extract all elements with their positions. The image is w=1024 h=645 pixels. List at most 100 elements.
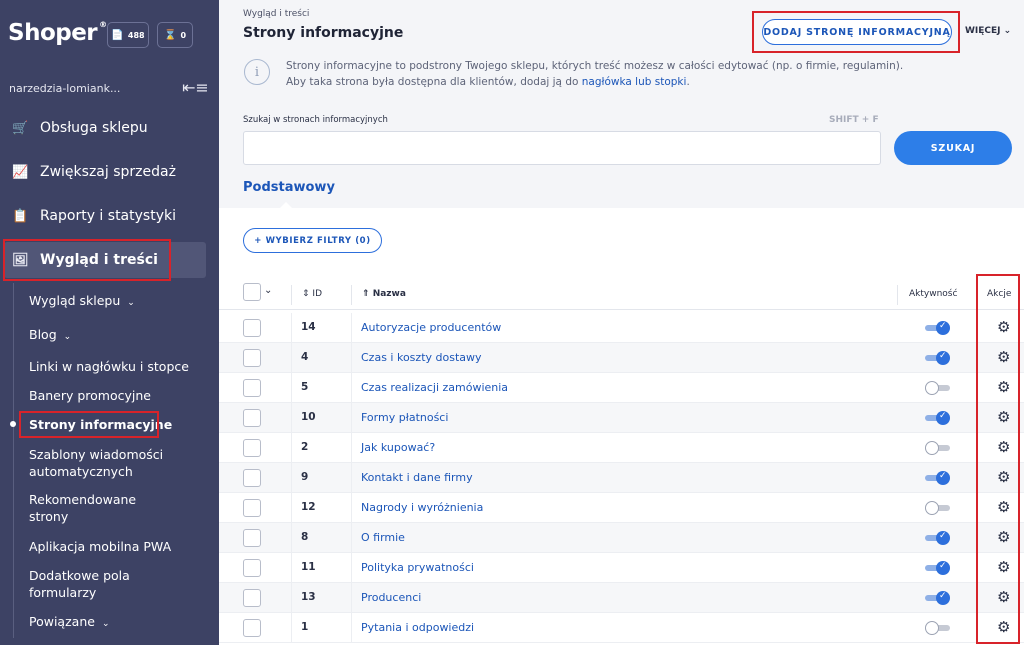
sub-label: Blog	[29, 327, 57, 342]
gear-icon[interactable]: ⚙	[997, 499, 1010, 515]
header-footer-link[interactable]: nagłówka lub stopki	[582, 76, 687, 88]
sub-wyglad-sklepu[interactable]: Wygląd sklepu ⌄	[29, 292, 135, 312]
pending-counter-badge[interactable]: ⌛ 0	[157, 22, 193, 48]
row-name-link[interactable]: Pytania i odpowiedzi	[361, 621, 474, 634]
table-row[interactable]: 10 Formy płatności ✓ ⚙	[219, 403, 1024, 433]
shop-name[interactable]: narzedzia-lomiank...	[9, 82, 120, 95]
gear-icon[interactable]: ⚙	[997, 409, 1010, 425]
sub-powiazane[interactable]: Powiązane ⌄	[29, 613, 109, 633]
active-toggle[interactable]	[925, 500, 950, 516]
sub-pwa[interactable]: Aplikacja mobilna PWA	[29, 538, 171, 555]
row-checkbox[interactable]	[243, 409, 261, 427]
select-all-checkbox[interactable]	[243, 283, 261, 301]
row-checkbox[interactable]	[243, 589, 261, 607]
nav-obsluga-sklepu[interactable]: 🛒 Obsługa sklepu	[0, 110, 219, 146]
row-checkbox[interactable]	[243, 619, 261, 637]
image-icon: 🖼	[12, 252, 29, 268]
active-toggle[interactable]: ✓	[925, 470, 950, 486]
table-row[interactable]: 4 Czas i koszty dostawy ✓ ⚙	[219, 343, 1024, 373]
gear-icon[interactable]: ⚙	[997, 439, 1010, 455]
sub-rekomendowane[interactable]: Rekomendowane strony	[29, 491, 149, 525]
row-name-link[interactable]: Czas realizacji zamówienia	[361, 381, 508, 394]
table-row[interactable]: 12 Nagrody i wyróżnienia ⚙	[219, 493, 1024, 523]
search-button[interactable]: SZUKAJ	[894, 131, 1012, 165]
active-toggle[interactable]	[925, 440, 950, 456]
table-row[interactable]: 2 Jak kupować? ⚙	[219, 433, 1024, 463]
active-toggle[interactable]: ✓	[925, 320, 950, 336]
gear-icon[interactable]: ⚙	[997, 319, 1010, 335]
active-toggle[interactable]: ✓	[925, 530, 950, 546]
table-row[interactable]: 14 Autoryzacje producentów ✓ ⚙	[219, 313, 1024, 343]
gear-icon[interactable]: ⚙	[997, 619, 1010, 635]
gear-icon[interactable]: ⚙	[997, 589, 1010, 605]
row-id: 12	[301, 501, 316, 513]
row-name-link[interactable]: Jak kupować?	[361, 441, 435, 454]
row-id: 10	[301, 411, 316, 423]
row-name-link[interactable]: Autoryzacje producentów	[361, 321, 501, 334]
active-toggle[interactable]	[925, 620, 950, 636]
choose-filters-button[interactable]: + WYBIERZ FILTRY (0)	[243, 228, 382, 253]
select-all-chevron-down-icon[interactable]: ⌄	[264, 285, 272, 296]
nav-raporty-i-statystyki[interactable]: 📋 Raporty i statystyki	[0, 198, 219, 234]
table-row[interactable]: 11 Polityka prywatności ✓ ⚙	[219, 553, 1024, 583]
active-dot	[10, 421, 16, 427]
sub-linki[interactable]: Linki w nagłówku i stopce	[29, 358, 189, 375]
table-row[interactable]: 1 Pytania i odpowiedzi ⚙	[219, 613, 1024, 643]
sub-strony-informacyjne[interactable]: Strony informacyjne	[29, 416, 172, 433]
row-id: 8	[301, 531, 309, 543]
active-toggle[interactable]: ✓	[925, 590, 950, 606]
column-id-header[interactable]: ⇕ ID	[302, 289, 322, 299]
collapse-sidebar-icon[interactable]: ⇤≡	[182, 78, 209, 97]
row-checkbox[interactable]	[243, 319, 261, 337]
gear-icon[interactable]: ⚙	[997, 349, 1010, 365]
row-checkbox[interactable]	[243, 559, 261, 577]
row-checkbox[interactable]	[243, 349, 261, 367]
logo[interactable]: Shoper ®	[8, 20, 107, 46]
row-checkbox[interactable]	[243, 529, 261, 547]
search-input[interactable]	[243, 131, 881, 165]
row-checkbox[interactable]	[243, 379, 261, 397]
nav-zwiekszaj-sprzedaz[interactable]: 📈 Zwiększaj sprzedaż	[0, 154, 219, 190]
sub-pola-formularzy[interactable]: Dodatkowe pola formularzy	[29, 567, 159, 601]
nav-wyglad-i-tresci[interactable]: 🖼 Wygląd i treści	[4, 242, 206, 278]
row-name-link[interactable]: Polityka prywatności	[361, 561, 474, 574]
row-name-link[interactable]: O firmie	[361, 531, 405, 544]
table-row[interactable]: 5 Czas realizacji zamówienia ⚙	[219, 373, 1024, 403]
chevron-down-icon: ⌄	[101, 619, 110, 629]
gear-icon[interactable]: ⚙	[997, 559, 1010, 575]
tab-podstawowy[interactable]: Podstawowy	[243, 180, 335, 195]
gear-icon[interactable]: ⚙	[997, 469, 1010, 485]
row-name-link[interactable]: Formy płatności	[361, 411, 448, 424]
active-toggle[interactable]	[925, 380, 950, 396]
more-button[interactable]: WIĘCEJ ⌄	[965, 26, 1011, 36]
active-toggle[interactable]: ✓	[925, 560, 950, 576]
row-name-link[interactable]: Nagrody i wyróżnienia	[361, 501, 483, 514]
gear-icon[interactable]: ⚙	[997, 379, 1010, 395]
pages-counter-badge[interactable]: 📄 488	[107, 22, 149, 48]
row-name-link[interactable]: Kontakt i dane firmy	[361, 471, 473, 484]
row-name-link[interactable]: Producenci	[361, 591, 421, 604]
toggle-knob	[925, 381, 939, 395]
row-checkbox[interactable]	[243, 499, 261, 517]
table-row[interactable]: 8 O firmie ✓ ⚙	[219, 523, 1024, 553]
table-header: ⌄ ⇕ ID ⇑ Nazwa Aktywność Akcje	[219, 280, 1024, 310]
table-row[interactable]: 9 Kontakt i dane firmy ✓ ⚙	[219, 463, 1024, 493]
sub-szablony[interactable]: Szablony wiadomości automatycznych	[29, 446, 199, 480]
gear-icon[interactable]: ⚙	[997, 529, 1010, 545]
breadcrumb[interactable]: Wygląd i treści	[243, 9, 309, 19]
row-name-link[interactable]: Czas i koszty dostawy	[361, 351, 482, 364]
sub-blog[interactable]: Blog ⌄	[29, 326, 71, 346]
table-row[interactable]: 13 Producenci ✓ ⚙	[219, 583, 1024, 613]
page-header: Wygląd i treści Strony informacyjne DODA…	[219, 0, 1024, 209]
sub-banery[interactable]: Banery promocyjne	[29, 387, 151, 404]
column-actions-header: Akcje	[987, 289, 1012, 299]
add-info-page-button[interactable]: DODAJ STRONĘ INFORMACYJNĄ	[762, 19, 952, 45]
column-name-header[interactable]: ⇑ Nazwa	[362, 289, 406, 299]
active-toggle[interactable]: ✓	[925, 410, 950, 426]
column-separator	[291, 343, 292, 373]
row-checkbox[interactable]	[243, 439, 261, 457]
info-line-2: Aby taka strona była dostępna dla klient…	[286, 74, 906, 90]
column-separator	[351, 403, 352, 433]
active-toggle[interactable]: ✓	[925, 350, 950, 366]
row-checkbox[interactable]	[243, 469, 261, 487]
